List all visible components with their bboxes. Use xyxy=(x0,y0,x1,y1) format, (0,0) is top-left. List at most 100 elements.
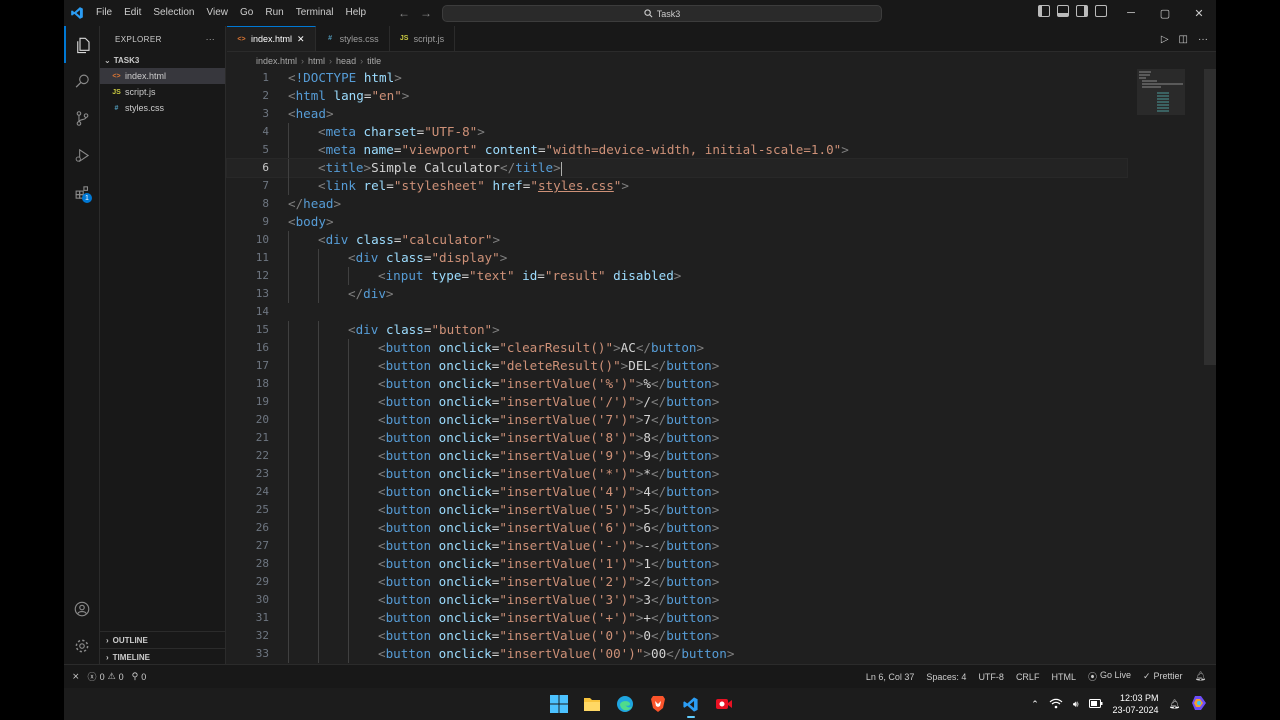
more-icon[interactable]: ··· xyxy=(1198,34,1208,45)
code-line[interactable]: 1 <!DOCTYPE html> xyxy=(227,69,1127,87)
folder-task3[interactable]: ⌄ TASK3 xyxy=(100,52,225,68)
outline-section[interactable]: › OUTLINE xyxy=(100,631,226,648)
close-icon[interactable]: ✕ xyxy=(1182,0,1216,26)
file-item[interactable]: <> index.html xyxy=(100,68,225,84)
code-line[interactable]: 28 <button onclick="insertValue('1')">1</… xyxy=(227,555,1127,573)
timeline-section[interactable]: › TIMELINE xyxy=(100,648,226,665)
code-line[interactable]: 20 <button onclick="insertValue('7')">7</… xyxy=(227,411,1127,429)
menu-terminal[interactable]: Terminal xyxy=(290,0,340,26)
code-line[interactable]: 29 <button onclick="insertValue('2')">2</… xyxy=(227,573,1127,591)
tab-script-js[interactable]: JS script.js xyxy=(390,26,456,51)
encoding[interactable]: UTF-8 xyxy=(978,672,1004,682)
breadcrumb-item[interactable]: html xyxy=(308,56,325,66)
code-line[interactable]: 25 <button onclick="insertValue('5')">5</… xyxy=(227,501,1127,519)
code-line[interactable]: 23 <button onclick="insertValue('*')">*</… xyxy=(227,465,1127,483)
code-line[interactable]: 12 <input type="text" id="result" disable… xyxy=(227,267,1127,285)
code-line[interactable]: 2 <html lang="en"> xyxy=(227,87,1127,105)
minimize-icon[interactable]: ─ xyxy=(1114,0,1148,26)
wifi-icon[interactable] xyxy=(1049,698,1063,711)
command-center-search[interactable]: Task3 xyxy=(442,5,882,22)
code-line[interactable]: 9 <body> xyxy=(227,213,1127,231)
maximize-icon[interactable]: ▢ xyxy=(1148,0,1182,26)
more-actions-icon[interactable]: ··· xyxy=(206,35,215,44)
vscode-taskbar-icon[interactable] xyxy=(678,692,703,718)
code-line[interactable]: 30 <button onclick="insertValue('3')">3</… xyxy=(227,591,1127,609)
source-control-activity[interactable] xyxy=(64,100,100,137)
code-line[interactable]: 17 <button onclick="deleteResult()">DEL</… xyxy=(227,357,1127,375)
code-editor[interactable]: 1 <!DOCTYPE html> 2 <html lang="en"> 3 <head>… xyxy=(226,69,1128,663)
code-line[interactable]: 24 <button onclick="insertValue('4')">4</… xyxy=(227,483,1127,501)
menu-help[interactable]: Help xyxy=(340,0,373,26)
toggle-secondary-sidebar-icon[interactable] xyxy=(1076,5,1088,17)
language-mode[interactable]: HTML xyxy=(1051,672,1076,682)
code-line[interactable]: 33 <button onclick="insertValue('00')">00… xyxy=(227,645,1127,663)
tab-close-icon[interactable]: ✕ xyxy=(297,34,305,45)
menu-edit[interactable]: Edit xyxy=(118,0,147,26)
breadcrumb-item[interactable]: index.html xyxy=(256,56,297,66)
code-line[interactable]: 27 <button onclick="insertValue('-')">-</… xyxy=(227,537,1127,555)
code-line[interactable]: 5 <meta name="viewport" content="width=de… xyxy=(227,141,1127,159)
windows-start-icon[interactable] xyxy=(546,692,571,716)
notification-bell-icon[interactable]: 🔔︎ xyxy=(1169,699,1180,710)
copilot-icon[interactable] xyxy=(1190,694,1208,714)
run-icon[interactable]: ▷ xyxy=(1161,34,1169,45)
code-line[interactable]: 15 <div class="button"> xyxy=(227,321,1127,339)
clock[interactable]: 12:03 PM 23-07-2024 xyxy=(1113,692,1159,716)
code-line[interactable]: 32 <button onclick="insertValue('0')">0</… xyxy=(227,627,1127,645)
vertical-scrollbar[interactable] xyxy=(1204,69,1216,365)
code-line[interactable]: 10 <div class="calculator"> xyxy=(227,231,1127,249)
battery-icon[interactable] xyxy=(1088,698,1103,710)
go-live-button[interactable]: ⦿ Go Live xyxy=(1088,670,1131,683)
code-line[interactable]: 6 <title>Simple Calculator</title> xyxy=(226,158,1128,178)
code-line[interactable]: 7 <link rel="stylesheet" href="styles.css… xyxy=(227,177,1127,195)
remote-icon[interactable]: ⨯ xyxy=(72,671,80,682)
toggle-sidebar-icon[interactable] xyxy=(1038,5,1050,17)
manage-activity[interactable] xyxy=(64,627,100,664)
menu-run[interactable]: Run xyxy=(259,0,289,26)
ports-indicator[interactable]: ⚲ 0 xyxy=(132,671,147,682)
menu-selection[interactable]: Selection xyxy=(147,0,200,26)
code-line[interactable]: 26 <button onclick="insertValue('6')">6</… xyxy=(227,519,1127,537)
split-editor-icon[interactable]: ◫ xyxy=(1179,34,1188,45)
code-line[interactable]: 11 <div class="display"> xyxy=(227,249,1127,267)
prettier-button[interactable]: ✓ Prettier xyxy=(1143,671,1183,682)
tray-overflow-chevron-icon[interactable]: ⌃ xyxy=(1031,699,1039,710)
edge-browser-icon[interactable] xyxy=(612,692,637,716)
code-line[interactable]: 4 <meta charset="UTF-8"> xyxy=(227,123,1127,141)
file-item[interactable]: JS script.js xyxy=(100,84,225,100)
file-explorer-icon[interactable] xyxy=(579,692,604,716)
breadcrumb-item[interactable]: head xyxy=(336,56,356,66)
search-activity[interactable] xyxy=(64,63,100,100)
file-item[interactable]: # styles.css xyxy=(100,100,225,116)
forward-arrow-icon[interactable]: → xyxy=(420,6,432,20)
code-line[interactable]: 21 <button onclick="insertValue('8')">8</… xyxy=(227,429,1127,447)
back-arrow-icon[interactable]: ← xyxy=(398,6,410,20)
extensions-activity[interactable]: 1 xyxy=(64,174,100,211)
notifications-bell-icon[interactable]: 🔔︎ xyxy=(1195,671,1206,682)
code-line[interactable]: 14 xyxy=(227,303,1127,321)
problems-indicator[interactable]: ⓧ 0 ⚠ 0 xyxy=(88,670,124,683)
screen-recorder-icon[interactable] xyxy=(711,692,736,716)
customize-layout-icon[interactable] xyxy=(1095,5,1107,17)
code-line[interactable]: 18 <button onclick="insertValue('%')">%</… xyxy=(227,375,1127,393)
cursor-position[interactable]: Ln 6, Col 37 xyxy=(866,672,915,682)
minimap[interactable] xyxy=(1137,69,1197,149)
indentation[interactable]: Spaces: 4 xyxy=(926,672,966,682)
code-line[interactable]: 16 <button onclick="clearResult()">AC</bu… xyxy=(227,339,1127,357)
end-of-line[interactable]: CRLF xyxy=(1016,672,1040,682)
menu-go[interactable]: Go xyxy=(234,0,259,26)
code-line[interactable]: 31 <button onclick="insertValue('+')">+</… xyxy=(227,609,1127,627)
tab-styles-css[interactable]: # styles.css xyxy=(316,26,390,51)
explorer-activity[interactable] xyxy=(64,26,100,63)
accounts-activity[interactable] xyxy=(64,590,100,627)
tab-index-html[interactable]: <> index.html ✕ xyxy=(227,26,316,51)
code-line[interactable]: 22 <button onclick="insertValue('9')">9</… xyxy=(227,447,1127,465)
code-line[interactable]: 19 <button onclick="insertValue('/')">/</… xyxy=(227,393,1127,411)
volume-icon[interactable]: 🔊︎ xyxy=(1073,699,1079,710)
menu-file[interactable]: File xyxy=(90,0,118,26)
brave-browser-icon[interactable] xyxy=(645,692,670,716)
code-line[interactable]: 8 </head> xyxy=(227,195,1127,213)
menu-view[interactable]: View xyxy=(201,0,235,26)
code-line[interactable]: 3 <head> xyxy=(227,105,1127,123)
breadcrumb-item[interactable]: title xyxy=(367,56,381,66)
